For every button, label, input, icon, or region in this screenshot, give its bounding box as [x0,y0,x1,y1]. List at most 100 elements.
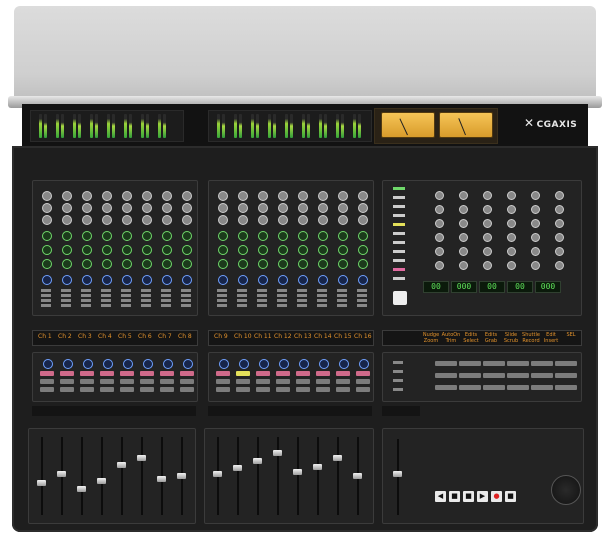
solo-button[interactable] [160,379,174,384]
strip-button[interactable] [257,299,267,302]
master-knob[interactable] [435,191,444,200]
eq-knob-green[interactable] [258,231,268,241]
master-knob[interactable] [483,261,492,270]
channel-knob[interactable] [123,359,133,369]
gain-knob[interactable] [62,191,72,201]
strip-button[interactable] [337,294,347,297]
strip-button[interactable] [101,304,111,307]
master-knob[interactable] [555,205,564,214]
strip-button[interactable] [141,289,151,292]
strip-button[interactable] [237,299,247,302]
gain-knob[interactable] [82,203,92,213]
select-button[interactable] [180,387,194,392]
function-button[interactable] [459,373,481,378]
function-button[interactable] [531,361,553,366]
eq-knob[interactable] [238,215,248,225]
master-knob[interactable] [531,219,540,228]
fader-cap[interactable] [97,478,106,484]
strip-button[interactable] [181,294,191,297]
function-button[interactable] [483,373,505,378]
mute-button[interactable] [276,371,290,376]
select-button[interactable] [256,387,270,392]
eq-knob-green[interactable] [278,245,288,255]
solo-button[interactable] [316,379,330,384]
strip-button[interactable] [161,289,171,292]
gain-knob[interactable] [278,203,288,213]
pan-knob[interactable] [238,275,248,285]
strip-button[interactable] [41,289,51,292]
master-side-button[interactable] [393,205,405,208]
strip-button[interactable] [317,289,327,292]
master-mode-button[interactable] [393,388,403,391]
gain-knob[interactable] [122,191,132,201]
solo-button[interactable] [100,379,114,384]
function-button[interactable] [507,385,529,390]
channel-knob[interactable] [43,359,53,369]
select-button[interactable] [100,387,114,392]
pan-knob[interactable] [358,275,368,285]
master-knob[interactable] [531,233,540,242]
master-knob[interactable] [555,191,564,200]
master-knob[interactable] [483,191,492,200]
pan-knob[interactable] [182,275,192,285]
strip-button[interactable] [121,299,131,302]
master-knob[interactable] [531,247,540,256]
pan-knob[interactable] [62,275,72,285]
fader-cap[interactable] [273,450,282,456]
strip-button[interactable] [277,299,287,302]
channel-knob[interactable] [279,359,289,369]
strip-button[interactable] [317,304,327,307]
master-knob[interactable] [435,205,444,214]
gain-knob[interactable] [278,191,288,201]
eq-knob-green[interactable] [122,245,132,255]
eq-knob-green[interactable] [338,259,348,269]
eq-knob-green[interactable] [238,245,248,255]
strip-button[interactable] [41,304,51,307]
eq-knob-green[interactable] [278,231,288,241]
channel-knob[interactable] [299,359,309,369]
select-button[interactable] [120,387,134,392]
gain-knob[interactable] [142,191,152,201]
stop-button[interactable]: ■ [449,491,460,502]
solo-button[interactable] [80,379,94,384]
master-knob[interactable] [435,261,444,270]
pan-knob[interactable] [278,275,288,285]
gain-knob[interactable] [238,203,248,213]
channel-knob[interactable] [339,359,349,369]
gain-knob[interactable] [298,191,308,201]
strip-button[interactable] [121,289,131,292]
solo-button[interactable] [216,379,230,384]
eq-knob[interactable] [62,215,72,225]
eq-knob-green[interactable] [238,231,248,241]
master-knob[interactable] [483,205,492,214]
function-button[interactable] [459,361,481,366]
strip-button[interactable] [337,289,347,292]
master-side-button[interactable] [393,187,405,190]
gain-knob[interactable] [218,191,228,201]
eq-knob-green[interactable] [142,245,152,255]
mute-button[interactable] [140,371,154,376]
function-button[interactable] [531,373,553,378]
master-knob[interactable] [507,205,516,214]
strip-button[interactable] [101,299,111,302]
strip-button[interactable] [257,294,267,297]
master-knob[interactable] [531,261,540,270]
eq-knob-green[interactable] [82,259,92,269]
solo-button[interactable] [236,379,250,384]
solo-button[interactable] [356,379,370,384]
channel-knob[interactable] [219,359,229,369]
gain-knob[interactable] [358,191,368,201]
master-side-button[interactable] [393,250,405,253]
rewind-button[interactable]: ◀ [435,491,446,502]
function-button[interactable] [435,385,457,390]
function-button[interactable] [555,385,577,390]
gain-knob[interactable] [318,203,328,213]
gain-knob[interactable] [238,191,248,201]
strip-button[interactable] [121,304,131,307]
strip-button[interactable] [41,294,51,297]
pan-knob[interactable] [162,275,172,285]
master-knob[interactable] [459,219,468,228]
strip-button[interactable] [161,294,171,297]
gain-knob[interactable] [298,203,308,213]
function-button[interactable] [531,385,553,390]
